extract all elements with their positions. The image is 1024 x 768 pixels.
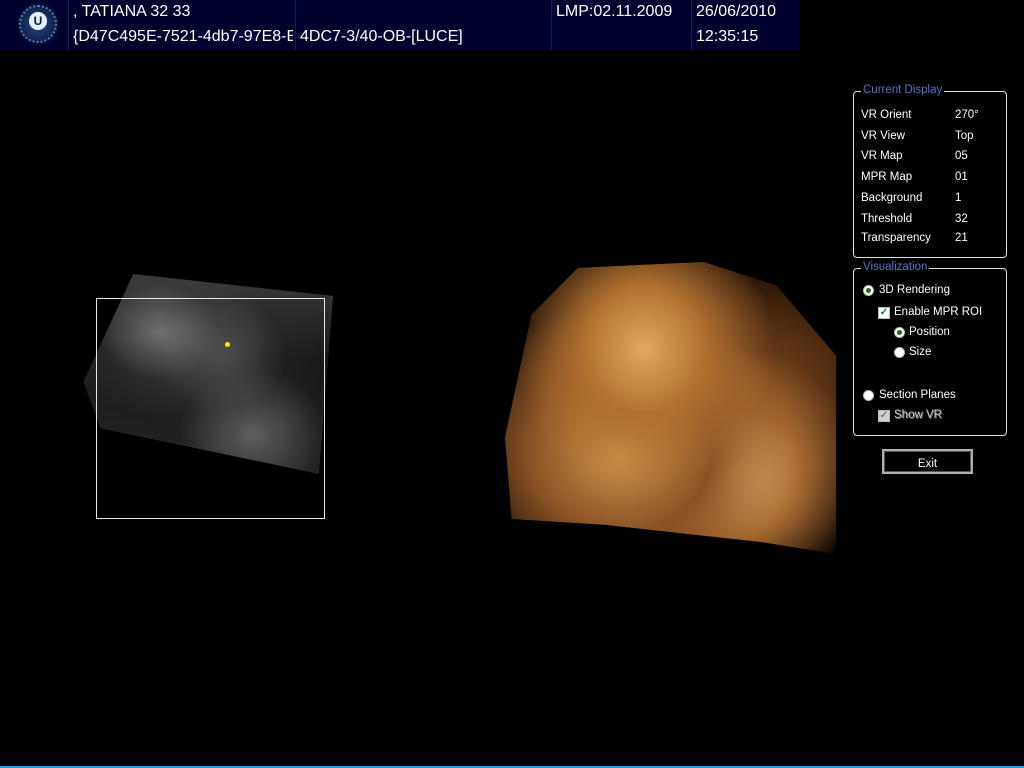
patient-header-bar: U , TATIANA 32 33 {D47C495E-7521-4db7-97… <box>0 0 800 50</box>
mpr-roi-box[interactable] <box>96 298 325 519</box>
current-display-panel: Current Display VR Orient 270° VR View T… <box>853 84 1007 258</box>
cd-label: VR View <box>861 130 905 142</box>
radio-unselected-icon[interactable] <box>863 390 874 401</box>
checkmark-icon[interactable]: ✓ <box>878 410 890 422</box>
cd-label: MPR Map <box>861 171 913 183</box>
exam-date: 26/06/2010 <box>696 3 777 20</box>
cd-row-mpr-map: MPR Map 01 <box>861 171 1001 185</box>
logo-letter: U <box>29 12 47 30</box>
3d-volume-rendering[interactable] <box>505 262 836 554</box>
cd-value: 21 <box>955 232 968 244</box>
visualization-title: Visualization <box>861 261 930 273</box>
cd-value: 32 <box>955 213 968 225</box>
radio-size-label: Size <box>909 346 932 358</box>
cd-value: 270° <box>955 109 979 121</box>
cd-label: VR Orient <box>861 109 912 121</box>
radio-unselected-icon[interactable] <box>894 347 905 358</box>
cd-row-vr-view: VR View Top <box>861 130 1001 144</box>
cd-label: Threshold <box>861 213 913 225</box>
visualization-panel: Visualization 3D Rendering ✓ Enable MPR … <box>853 261 1007 436</box>
lmp-date: LMP:02.11.2009 <box>556 3 673 20</box>
cd-row-background: Background 1 <box>861 192 1001 206</box>
radio-selected-icon[interactable] <box>894 327 905 338</box>
cd-label: Background <box>861 192 923 204</box>
cd-row-vr-map: VR Map 05 <box>861 150 1001 164</box>
cd-value: 1 <box>955 192 962 204</box>
exam-time: 12:35:15 <box>696 28 759 45</box>
cd-label: VR Map <box>861 150 903 162</box>
ultrasound-3d-screen: U , TATIANA 32 33 {D47C495E-7521-4db7-97… <box>0 0 1024 768</box>
roi-marker-icon[interactable] <box>225 342 230 347</box>
cd-row-transparency: Transparency 21 <box>861 232 1001 246</box>
cd-value: 01 <box>955 171 968 183</box>
cd-value: Top <box>955 130 974 142</box>
patient-name: , TATIANA 32 33 <box>73 3 191 20</box>
checkbox-enable-mpr-roi-label: Enable MPR ROI <box>894 306 983 318</box>
cd-row-threshold: Threshold 32 <box>861 213 1001 227</box>
checkbox-show-vr-label: Show VR <box>894 409 942 421</box>
probe-preset: 4DC7-3/40-OB-[LUCE] <box>300 28 463 45</box>
radio-selected-icon[interactable] <box>863 285 874 296</box>
radio-3d-rendering-label: 3D Rendering <box>879 284 950 296</box>
ultrasound-logo-icon: U <box>0 0 68 50</box>
cd-label: Transparency <box>861 232 931 244</box>
exit-button[interactable]: Exit <box>882 449 973 474</box>
cd-value: 05 <box>955 150 968 162</box>
radio-position-label: Position <box>909 326 950 338</box>
study-id: {D47C495E-7521-4db7-97E8-E <box>73 28 293 45</box>
checkmark-icon[interactable]: ✓ <box>878 307 890 319</box>
radio-section-planes-label: Section Planes <box>879 389 956 401</box>
cd-row-vr-orient: VR Orient 270° <box>861 109 1001 123</box>
current-display-title: Current Display <box>861 84 945 96</box>
